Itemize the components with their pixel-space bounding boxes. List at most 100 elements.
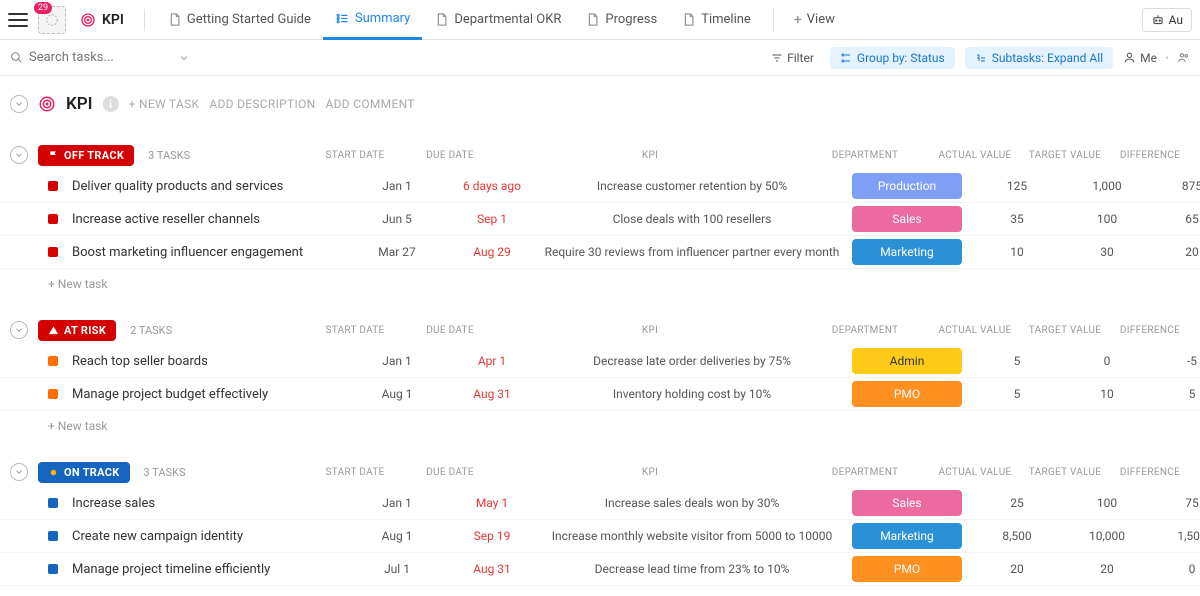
cell-due-date[interactable]: Sep 1 (442, 212, 542, 226)
cell-due-date[interactable]: Sep 19 (442, 529, 542, 543)
subtasks-button[interactable]: Subtasks: Expand All (965, 47, 1113, 69)
notification-badge: 29 (34, 2, 52, 14)
cell-difference[interactable]: 875 (1152, 179, 1200, 193)
info-icon[interactable]: i (103, 96, 119, 112)
cell-department[interactable]: Admin (842, 348, 972, 374)
collapse-all-button[interactable] (10, 95, 28, 113)
new-task-button[interactable]: + New task (0, 269, 1200, 299)
cell-department[interactable]: Marketing (842, 523, 972, 549)
task-row[interactable]: Increase active reseller channelsJun 5Se… (0, 203, 1200, 236)
cell-actual[interactable]: 125 (972, 179, 1062, 193)
status-badge[interactable]: ON TRACK (38, 462, 130, 483)
cell-kpi[interactable]: Close deals with 100 resellers (542, 212, 842, 226)
cell-difference[interactable]: 20 (1152, 245, 1200, 259)
task-row[interactable]: Boost marketing influencer engagementMar… (0, 236, 1200, 269)
cell-kpi[interactable]: Inventory holding cost by 10% (542, 387, 842, 401)
cell-department[interactable]: Sales (842, 490, 972, 516)
cell-target[interactable]: 1,000 (1062, 179, 1152, 193)
cell-kpi[interactable]: Decrease lead time from 23% to 10% (542, 562, 842, 576)
cell-start-date[interactable]: Jan 1 (352, 179, 442, 193)
cell-start-date[interactable]: Aug 1 (352, 529, 442, 543)
tab-timeline[interactable]: Timeline (669, 0, 763, 40)
cell-difference[interactable]: 0 (1152, 562, 1200, 576)
collapse-group-button[interactable] (10, 146, 28, 164)
cell-actual[interactable]: 5 (972, 354, 1062, 368)
cell-start-date[interactable]: Mar 27 (352, 245, 442, 259)
search-input[interactable] (29, 50, 149, 65)
cell-target[interactable]: 100 (1062, 496, 1152, 510)
cell-target[interactable]: 10,000 (1062, 529, 1152, 543)
collapse-group-button[interactable] (10, 463, 28, 481)
app-icon-slot[interactable]: 29 (38, 6, 66, 34)
task-name: Manage project budget effectively (72, 387, 352, 402)
add-comment-button[interactable]: ADD COMMENT (325, 97, 414, 111)
tab-progress[interactable]: Progress (573, 0, 669, 40)
cell-due-date[interactable]: 6 days ago (442, 179, 542, 193)
cell-actual[interactable]: 10 (972, 245, 1062, 259)
filter-button[interactable]: Filter (765, 47, 820, 69)
task-row[interactable]: Reach top seller boardsJan 1Apr 1Decreas… (0, 345, 1200, 378)
task-name: Increase active reseller channels (72, 212, 352, 227)
cell-kpi[interactable]: Increase customer retention by 50% (542, 179, 842, 193)
cell-actual[interactable]: 25 (972, 496, 1062, 510)
automation-button[interactable]: Au (1142, 8, 1192, 32)
task-row[interactable]: Manage project timeline efficientlyJul 1… (0, 553, 1200, 586)
cell-actual[interactable]: 35 (972, 212, 1062, 226)
groupby-button[interactable]: Group by: Status (830, 47, 955, 69)
cell-due-date[interactable]: Aug 31 (442, 562, 542, 576)
menu-icon[interactable] (8, 13, 28, 27)
task-name: Boost marketing influencer engagement (72, 245, 352, 260)
cell-start-date[interactable]: Jan 1 (352, 354, 442, 368)
collapse-group-button[interactable] (10, 321, 28, 339)
cell-kpi[interactable]: Increase monthly website visitor from 50… (542, 529, 842, 543)
cell-target[interactable]: 100 (1062, 212, 1152, 226)
cell-start-date[interactable]: Jun 5 (352, 212, 442, 226)
cell-difference[interactable]: 65 (1152, 212, 1200, 226)
cell-department[interactable]: Production (842, 173, 972, 199)
cell-difference[interactable]: 75 (1152, 496, 1200, 510)
cell-department[interactable]: PMO (842, 556, 972, 582)
cell-due-date[interactable]: May 1 (442, 496, 542, 510)
cell-due-date[interactable]: Apr 1 (442, 354, 542, 368)
task-row[interactable]: Create new campaign identityAug 1Sep 19I… (0, 520, 1200, 553)
chevron-down-icon[interactable] (178, 52, 190, 64)
cell-actual[interactable]: 5 (972, 387, 1062, 401)
cell-difference[interactable]: -5 (1152, 354, 1200, 368)
search-input-wrap[interactable] (10, 50, 190, 65)
cell-kpi[interactable]: Decrease late order deliveries by 75% (542, 354, 842, 368)
people-icon[interactable] (1177, 51, 1190, 64)
me-button[interactable]: Me • (1123, 51, 1190, 65)
add-view-button[interactable]: + View (784, 12, 845, 28)
cell-target[interactable]: 30 (1062, 245, 1152, 259)
task-count: 2 TASKS (130, 324, 172, 337)
task-row[interactable]: Manage project budget effectivelyAug 1Au… (0, 378, 1200, 411)
cell-due-date[interactable]: Aug 31 (442, 387, 542, 401)
cell-actual[interactable]: 8,500 (972, 529, 1062, 543)
cell-difference[interactable]: 1,500 (1152, 529, 1200, 543)
cell-difference[interactable]: 5 (1152, 387, 1200, 401)
cell-target[interactable]: 20 (1062, 562, 1152, 576)
tab-summary[interactable]: Summary (323, 0, 422, 40)
cell-actual[interactable]: 20 (972, 562, 1062, 576)
new-task-button[interactable]: + New task (0, 411, 1200, 441)
add-description-button[interactable]: ADD DESCRIPTION (209, 97, 315, 111)
cell-start-date[interactable]: Jan 1 (352, 496, 442, 510)
cell-kpi[interactable]: Increase sales deals won by 30% (542, 496, 842, 510)
cell-start-date[interactable]: Aug 1 (352, 387, 442, 401)
status-badge[interactable]: AT RISK (38, 320, 116, 341)
status-square-icon (48, 498, 58, 508)
cell-start-date[interactable]: Jul 1 (352, 562, 442, 576)
cell-department[interactable]: Sales (842, 206, 972, 232)
task-row[interactable]: Increase salesJan 1May 1Increase sales d… (0, 487, 1200, 520)
cell-target[interactable]: 0 (1062, 354, 1152, 368)
cell-department[interactable]: Marketing (842, 239, 972, 265)
cell-kpi[interactable]: Require 30 reviews from influencer partn… (542, 245, 842, 259)
tab-getting-started-guide[interactable]: Getting Started Guide (155, 0, 323, 40)
cell-department[interactable]: PMO (842, 381, 972, 407)
task-row[interactable]: Deliver quality products and servicesJan… (0, 170, 1200, 203)
status-badge[interactable]: OFF TRACK (38, 145, 134, 166)
new-task-button[interactable]: + NEW TASK (129, 97, 200, 111)
cell-target[interactable]: 10 (1062, 387, 1152, 401)
tab-departmental-okr[interactable]: Departmental OKR (422, 0, 573, 40)
cell-due-date[interactable]: Aug 29 (442, 245, 542, 259)
